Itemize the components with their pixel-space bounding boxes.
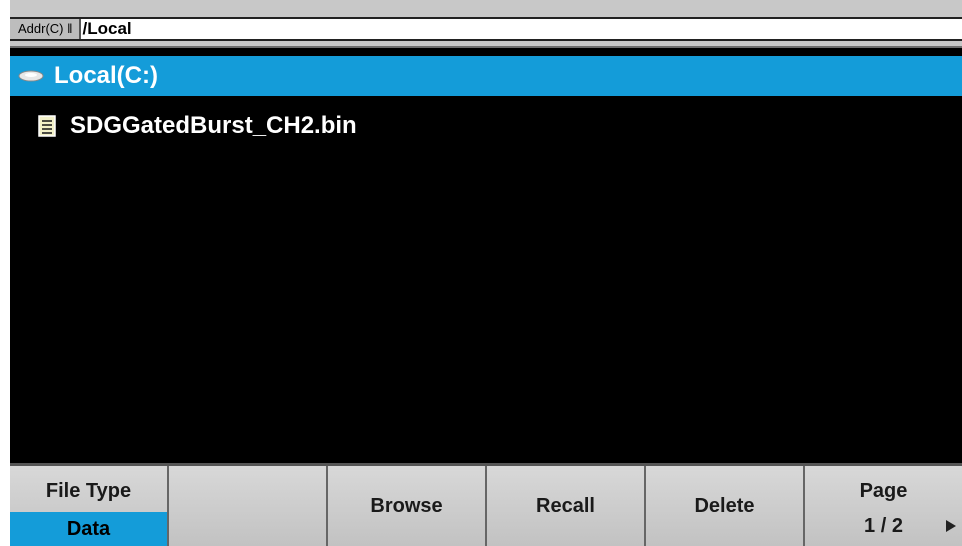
recall-label: Recall bbox=[536, 494, 595, 517]
page-label: Page bbox=[859, 480, 908, 502]
address-bar[interactable]: Addr(C) ‖ /Local bbox=[10, 17, 962, 41]
browse-softkey[interactable]: Browse bbox=[328, 466, 487, 546]
instrument-screen: Addr(C) ‖ /Local Local(C:) SDGGatedBurst… bbox=[10, 0, 962, 546]
address-bar-frame: Addr(C) ‖ /Local bbox=[10, 0, 962, 48]
file-browser: Local(C:) SDGGatedBurst_CH2.bin bbox=[10, 48, 962, 463]
drive-icon bbox=[18, 70, 44, 82]
address-label-text: Addr(C) bbox=[18, 21, 64, 36]
list-item-drive[interactable]: Local(C:) bbox=[10, 56, 962, 96]
file-name: SDGGatedBurst_CH2.bin bbox=[70, 112, 357, 139]
file-icon bbox=[38, 115, 56, 137]
file-type-value: Data bbox=[10, 512, 167, 546]
address-separator: ‖ bbox=[67, 21, 73, 36]
address-path: /Local bbox=[82, 19, 132, 38]
file-type-softkey[interactable]: File Type Data bbox=[10, 466, 169, 546]
page-value: 1 / 2 bbox=[864, 515, 903, 537]
list-item[interactable]: SDGGatedBurst_CH2.bin bbox=[10, 106, 962, 146]
empty-softkey-label bbox=[169, 466, 326, 546]
recall-softkey[interactable]: Recall bbox=[487, 466, 646, 546]
address-label: Addr(C) ‖ bbox=[10, 19, 81, 39]
drive-label: Local(C:) bbox=[54, 62, 158, 89]
empty-softkey[interactable] bbox=[169, 466, 328, 546]
page-softkey[interactable]: Page 1 / 2 bbox=[805, 466, 962, 546]
delete-softkey[interactable]: Delete bbox=[646, 466, 805, 546]
softkey-bar: File Type Data Browse Recall Delete Page… bbox=[10, 463, 962, 546]
next-page-arrow-icon bbox=[946, 520, 956, 532]
browse-label: Browse bbox=[370, 494, 443, 517]
delete-label: Delete bbox=[694, 494, 755, 517]
file-type-label: File Type bbox=[45, 480, 132, 502]
